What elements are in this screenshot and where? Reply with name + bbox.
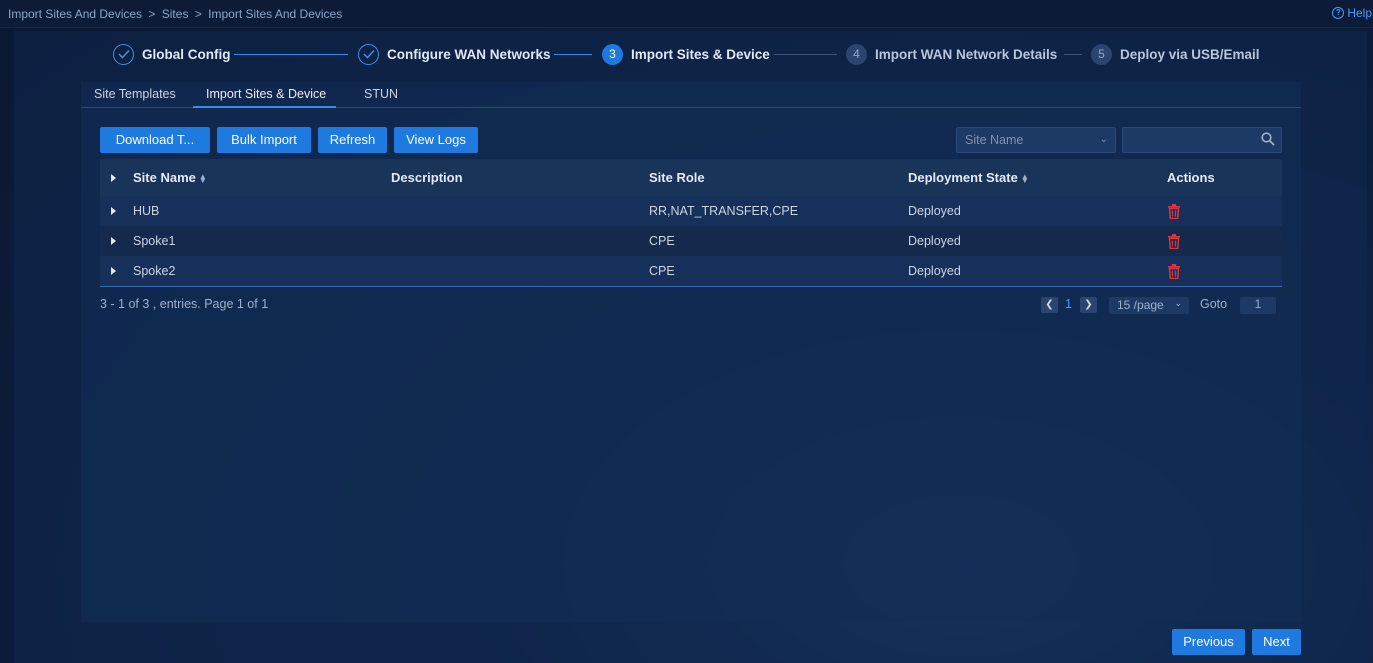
step-connector — [234, 54, 348, 55]
search-icon[interactable] — [1261, 132, 1275, 146]
breadcrumb-item-current: Import Sites And Devices — [208, 7, 343, 21]
cell-deployment-state: Deployed — [908, 264, 961, 278]
top-bar: Import Sites And Devices > Sites > Impor… — [0, 0, 1373, 28]
help-icon: ? — [1332, 7, 1345, 19]
active-tab-indicator — [193, 106, 336, 108]
cell-deployment-state: Deployed — [908, 204, 961, 218]
cell-site-role: RR,NAT_TRANSFER,CPE — [649, 204, 799, 218]
cell-site-name: HUB — [133, 204, 160, 218]
breadcrumb-separator: > — [148, 7, 156, 21]
previous-button[interactable]: Previous — [1172, 629, 1245, 655]
step-connector — [554, 54, 592, 55]
column-header-label: Deployment State — [908, 170, 1018, 185]
tab-site-templates[interactable]: Site Templates — [94, 87, 176, 101]
search-box — [1122, 127, 1282, 153]
step-label: Configure WAN Networks — [387, 46, 551, 62]
column-header-site-role: Site Role — [649, 170, 705, 185]
expand-row-icon[interactable] — [111, 267, 116, 275]
breadcrumb-item[interactable]: Import Sites And Devices — [8, 7, 142, 21]
step-deploy: 5 Deploy via USB/Email — [1091, 43, 1260, 65]
trash-icon[interactable] — [1167, 204, 1181, 219]
page-size-value: 15 /page — [1117, 298, 1164, 312]
chevron-right-icon: ❯ — [1084, 299, 1093, 310]
step-connector — [1064, 54, 1082, 55]
breadcrumb: Import Sites And Devices > Sites > Impor… — [8, 7, 345, 21]
column-header-actions: Actions — [1167, 170, 1215, 185]
pagination-summary: 3 - 1 of 3 , entries. Page 1 of 1 — [100, 297, 269, 311]
search-input[interactable] — [1123, 128, 1253, 152]
cell-site-name: Spoke2 — [133, 264, 176, 278]
column-header-label: Site Name — [133, 170, 196, 185]
table-header: Site Name ▲ ▼ Description Site Role Deploy… — [100, 159, 1282, 196]
next-button[interactable]: Next — [1252, 629, 1301, 655]
chevron-down-icon: ⌄ — [1174, 298, 1182, 308]
table-row: Spoke1 CPE Deployed — [100, 226, 1282, 256]
step-global-config: Global Config — [113, 43, 231, 65]
chevron-down-icon: ⌄ — [1099, 134, 1108, 145]
content-area: Site Templates Import Sites & Device STU… — [81, 82, 1301, 622]
step-configure-wan: Configure WAN Networks — [358, 43, 551, 65]
step-done-check-icon — [358, 43, 379, 65]
step-number-badge: 4 — [846, 43, 867, 65]
breadcrumb-separator: > — [194, 7, 202, 21]
expand-row-icon[interactable] — [111, 207, 116, 215]
prev-page-button[interactable]: ❮ — [1041, 297, 1058, 313]
bulk-import-button[interactable]: Bulk Import — [217, 127, 311, 153]
step-label: Import Sites & Device — [631, 46, 770, 62]
trash-icon[interactable] — [1167, 264, 1181, 279]
sort-icon[interactable]: ▲ ▼ — [1021, 172, 1029, 184]
expand-all-icon[interactable] — [111, 174, 116, 182]
page-size-select[interactable]: 15 /page ⌄ — [1109, 297, 1189, 314]
current-page-number[interactable]: 1 — [1065, 297, 1072, 311]
tab-bar: Site Templates Import Sites & Device STU… — [81, 82, 1301, 108]
breadcrumb-item[interactable]: Sites — [162, 7, 189, 21]
goto-label: Goto — [1200, 297, 1228, 311]
cell-site-role: CPE — [649, 264, 675, 278]
filter-field-select[interactable]: Site Name ⌄ — [956, 127, 1116, 153]
table-row: HUB RR,NAT_TRANSFER,CPE Deployed — [100, 196, 1282, 226]
step-connector — [774, 54, 837, 55]
sort-icon[interactable]: ▲ ▼ — [199, 172, 207, 184]
download-template-button[interactable]: Download T... — [100, 127, 210, 153]
step-label: Global Config — [142, 46, 231, 62]
filter-field-value: Site Name — [965, 133, 1024, 147]
table-bottom-border — [100, 286, 1282, 287]
step-import-sites: 3 Import Sites & Device — [602, 43, 770, 65]
tab-import-sites-device[interactable]: Import Sites & Device — [206, 87, 326, 101]
refresh-button[interactable]: Refresh — [318, 127, 387, 153]
next-page-button[interactable]: ❯ — [1080, 297, 1097, 313]
trash-icon[interactable] — [1167, 234, 1181, 249]
chevron-left-icon: ❮ — [1045, 299, 1054, 310]
goto-page-input[interactable]: 1 — [1240, 297, 1276, 314]
expand-row-icon[interactable] — [111, 237, 116, 245]
wizard-stepper: Global Config Configure WAN Networks 3 I… — [0, 43, 1373, 67]
step-number-badge: 3 — [602, 43, 623, 65]
cell-site-name: Spoke1 — [133, 234, 176, 248]
help-label: Help — [1347, 6, 1372, 20]
column-header-description: Description — [391, 170, 463, 185]
step-label: Deploy via USB/Email — [1120, 46, 1260, 62]
step-label: Import WAN Network Details — [875, 46, 1058, 62]
tab-stun[interactable]: STUN — [364, 87, 398, 101]
column-header-deployment-state[interactable]: Deployment State ▲ ▼ — [908, 170, 1029, 185]
step-number-badge: 5 — [1091, 43, 1112, 65]
cell-site-role: CPE — [649, 234, 675, 248]
view-logs-button[interactable]: View Logs — [394, 127, 478, 153]
sites-table: Site Name ▲ ▼ Description Site Role Deploy… — [100, 159, 1282, 287]
column-header-site-name[interactable]: Site Name ▲ ▼ — [133, 170, 207, 185]
step-done-check-icon — [113, 43, 134, 65]
help-link[interactable]: ? Help — [1332, 6, 1372, 20]
cell-deployment-state: Deployed — [908, 234, 961, 248]
step-import-wan: 4 Import WAN Network Details — [846, 43, 1057, 65]
table-row: Spoke2 CPE Deployed — [100, 256, 1282, 286]
